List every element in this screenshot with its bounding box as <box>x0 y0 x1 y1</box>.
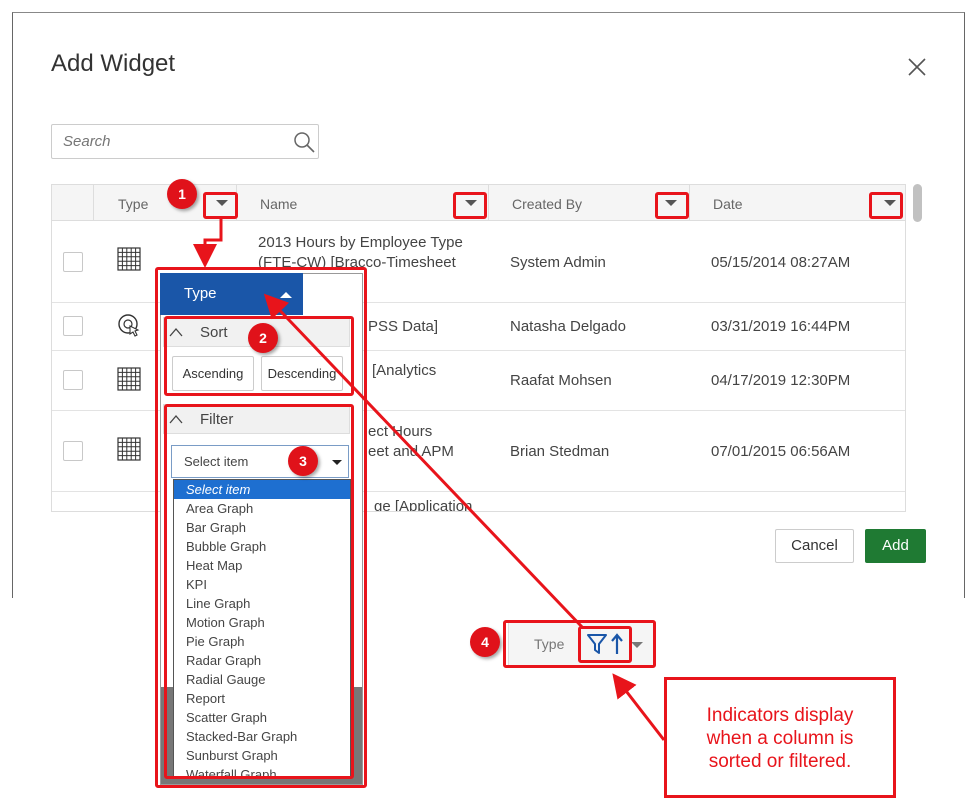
step-badge-4: 4 <box>470 627 500 657</box>
callout-line: sorted or filtered. <box>708 751 852 772</box>
highlight-indicator-icons <box>578 626 632 663</box>
callout-line: when a column is <box>706 728 854 749</box>
highlight-filter-section <box>164 404 354 779</box>
highlight-date-caret <box>869 192 903 219</box>
annotation-callout: Indicators display when a column is sort… <box>664 677 896 798</box>
highlight-createdby-caret <box>655 192 689 219</box>
arrow-badge1-to-panel <box>193 219 223 268</box>
highlight-type-caret <box>203 192 238 219</box>
step-badge-1: 1 <box>167 179 197 209</box>
step-badge-2: 2 <box>248 323 278 353</box>
arrow-callout-to-icons <box>612 673 666 741</box>
callout-text: Indicators display when a column is sort… <box>667 704 893 773</box>
step-badge-3: 3 <box>288 446 318 476</box>
callout-line: Indicators display <box>706 705 854 726</box>
highlight-name-caret <box>453 192 487 219</box>
